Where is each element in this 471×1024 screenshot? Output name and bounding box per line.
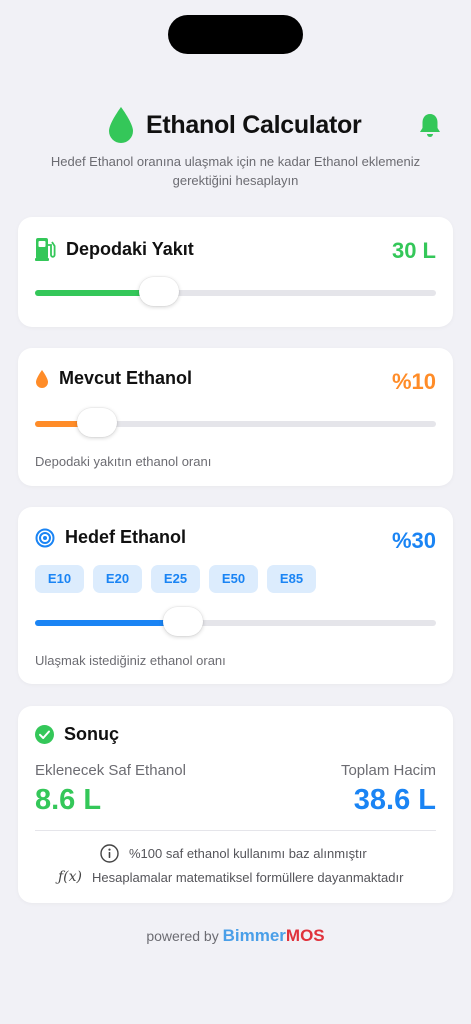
- preset-e20-button[interactable]: E20: [93, 565, 142, 593]
- result-card: Sonuç Eklenecek Saf Ethanol 8.6 L Toplam…: [18, 706, 453, 903]
- result-header: Sonuç: [35, 724, 119, 745]
- powered-by-text: powered by: [146, 928, 219, 944]
- total-volume-value: 38.6 L: [353, 784, 436, 816]
- tank-label: Depodaki Yakıt: [66, 238, 194, 259]
- total-volume-label: Toplam Hacim: [340, 762, 436, 779]
- result-title: Sonuç: [64, 724, 120, 744]
- tank-slider-thumb[interactable]: [139, 277, 180, 306]
- current-hint: Depodaki yakıtın ethanol oranı: [35, 454, 212, 469]
- preset-e10-button[interactable]: E10: [35, 565, 84, 593]
- fuel-pump-icon: [35, 238, 56, 261]
- drop-icon: [36, 369, 48, 388]
- current-ethanol-card: Mevcut Ethanol %10 Depodaki yakıtın etha…: [18, 348, 453, 486]
- current-slider-thumb[interactable]: [77, 408, 118, 437]
- target-icon: [35, 528, 55, 547]
- tank-card: Depodaki Yakıt 30 L: [18, 217, 453, 327]
- brand-logo[interactable]: BimmerMOS: [223, 926, 325, 945]
- current-header: Mevcut Ethanol: [35, 368, 192, 389]
- target-slider-fill: [35, 620, 184, 626]
- preset-e50-button[interactable]: E50: [209, 565, 258, 593]
- page-subtitle: Hedef Ethanol oranına ulaşmak için ne ka…: [50, 154, 421, 188]
- note-text-2: Hesaplamalar matematiksel formüllere day…: [92, 869, 404, 885]
- target-slider-thumb[interactable]: [163, 607, 204, 636]
- checkmark-circle-icon: [35, 725, 54, 744]
- tank-header: Depodaki Yakıt: [35, 237, 194, 261]
- target-ethanol-card: Hedef Ethanol %30 E10 E20 E25 E50 E85 Ul…: [18, 507, 453, 684]
- note-row-2: ƒ(x) Hesaplamalar matematiksel formüller…: [58, 869, 403, 885]
- preset-e25-button[interactable]: E25: [151, 565, 200, 593]
- target-hint: Ulaşmak istediğiniz ethanol oranı: [35, 653, 226, 668]
- title-group: Ethanol Calculator: [108, 106, 362, 144]
- note-text-1: %100 saf ethanol kullanımı baz alınmıştı…: [129, 846, 367, 861]
- function-icon: ƒ(x): [58, 869, 83, 885]
- powered-by: powered by BimmerMOS: [0, 926, 471, 946]
- page-title: Ethanol Calculator: [146, 110, 362, 139]
- target-header: Hedef Ethanol: [35, 527, 186, 548]
- bell-icon[interactable]: [418, 112, 442, 140]
- result-divider: [35, 830, 436, 831]
- target-value: %30: [391, 528, 436, 553]
- dynamic-island: [168, 15, 303, 54]
- drop-icon: [109, 107, 133, 143]
- preset-e85-button[interactable]: E85: [267, 565, 316, 593]
- info-icon: [100, 844, 119, 863]
- current-value: %10: [391, 369, 436, 394]
- add-ethanol-value: 8.6 L: [35, 784, 102, 816]
- target-slider[interactable]: [35, 607, 436, 636]
- target-label: Hedef Ethanol: [65, 527, 187, 547]
- add-ethanol-label: Eklenecek Saf Ethanol: [35, 762, 186, 779]
- page-header: Ethanol Calculator: [0, 104, 471, 148]
- current-label: Mevcut Ethanol: [59, 368, 193, 388]
- current-slider[interactable]: [35, 408, 436, 437]
- preset-chips: E10 E20 E25 E50 E85: [35, 565, 316, 593]
- note-row-1: %100 saf ethanol kullanımı baz alınmıştı…: [100, 844, 367, 863]
- tank-value: 30 L: [391, 238, 436, 263]
- tank-slider[interactable]: [35, 277, 436, 306]
